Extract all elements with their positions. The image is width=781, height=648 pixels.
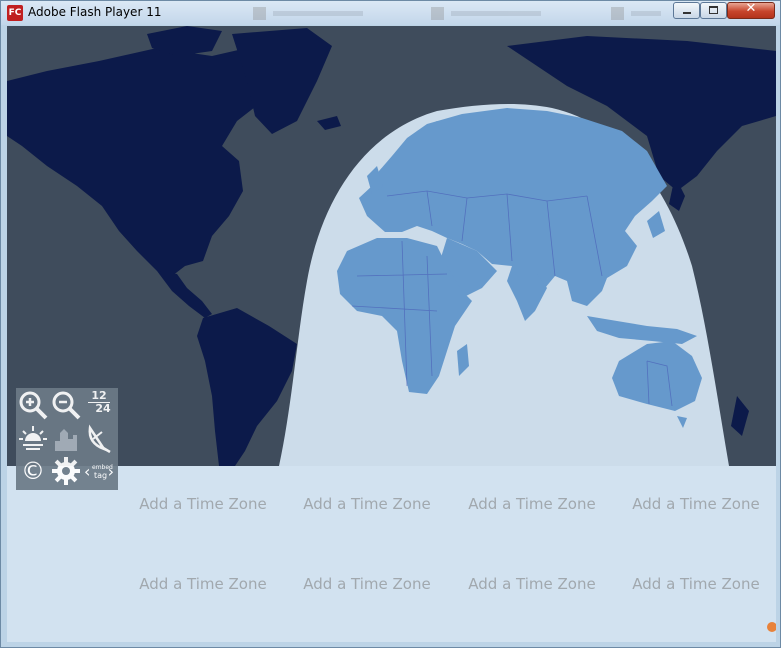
add-time-zone-slot[interactable]: Add a Time Zone (287, 495, 447, 513)
background-taskbar-ghost (611, 7, 666, 20)
zoom-in-icon[interactable] (18, 390, 48, 420)
flash-app-icon: FC (7, 5, 23, 21)
satellite-dish-icon[interactable] (84, 423, 114, 453)
maximize-button[interactable] (700, 2, 727, 19)
add-time-zone-slot[interactable]: Add a Time Zone (452, 575, 612, 593)
add-time-zone-slot[interactable]: Add a Time Zone (123, 575, 283, 593)
add-time-zone-slot[interactable]: Add a Time Zone (123, 495, 283, 513)
add-time-zone-slot[interactable]: Add a Time Zone (616, 575, 776, 593)
time-format-24-label: 24 (95, 402, 111, 415)
time-format-toggle[interactable]: 12 24 (84, 390, 114, 420)
zoom-out-icon[interactable] (51, 390, 81, 420)
add-time-zone-slot[interactable]: Add a Time Zone (616, 495, 776, 513)
background-taskbar-ghost (431, 7, 551, 20)
flash-player-window: FC Adobe Flash Player 11 ✕ 12 24 © ‹ emb… (0, 0, 781, 648)
world-day-night-map[interactable] (7, 26, 776, 466)
city-skyline-icon[interactable] (51, 423, 81, 453)
window-title: Adobe Flash Player 11 (28, 5, 162, 19)
flash-content-area: 12 24 © ‹ embed tag › Add a Time Zone Ad… (7, 26, 776, 642)
close-icon: ✕ (745, 1, 757, 16)
time-zone-grid: Add a Time Zone Add a Time Zone Add a Ti… (7, 466, 776, 642)
title-bar[interactable]: FC Adobe Flash Player 11 ✕ (1, 1, 780, 25)
loading-indicator (767, 622, 776, 632)
background-taskbar-ghost (253, 7, 373, 20)
add-time-zone-slot[interactable]: Add a Time Zone (452, 495, 612, 513)
add-time-zone-slot[interactable]: Add a Time Zone (287, 575, 447, 593)
sun-icon[interactable] (18, 423, 48, 453)
close-button[interactable]: ✕ (727, 1, 775, 19)
minimize-button[interactable] (673, 2, 700, 19)
